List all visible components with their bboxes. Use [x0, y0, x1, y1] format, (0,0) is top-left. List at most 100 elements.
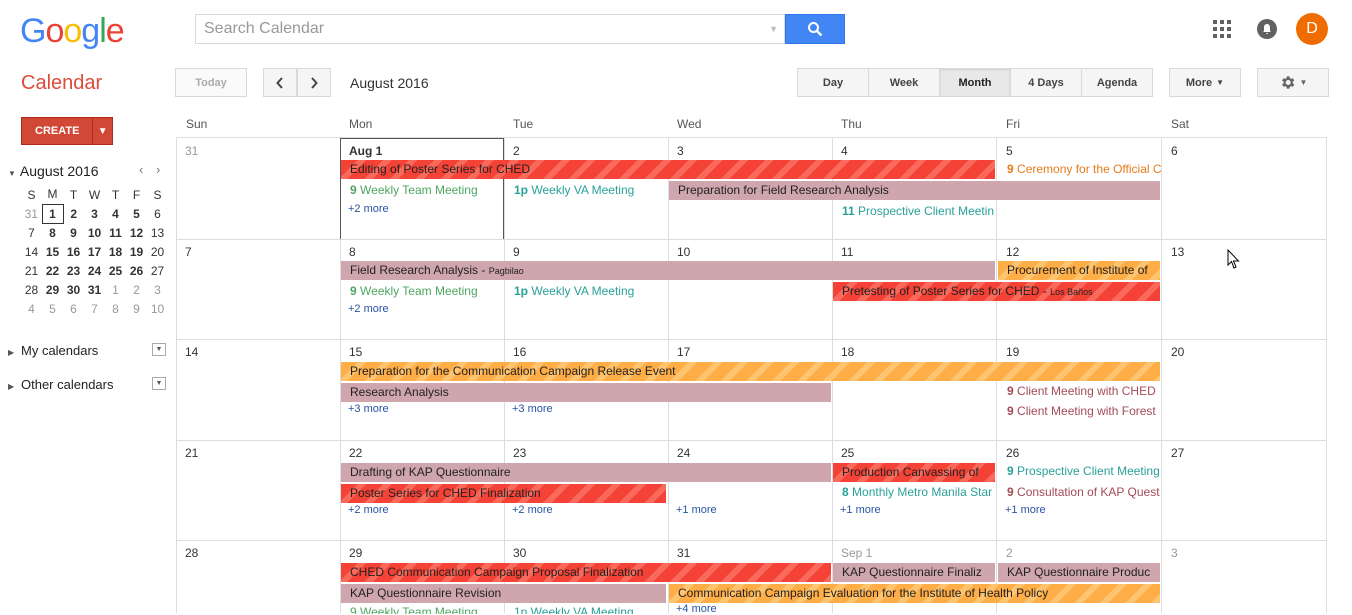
- mini-day[interactable]: 4: [105, 204, 126, 223]
- day-cell[interactable]: [1161, 441, 1327, 540]
- event-bar[interactable]: Pretesting of Poster Series for CHED - L…: [833, 282, 1160, 301]
- event-bar[interactable]: Poster Series for CHED Finalization: [341, 484, 666, 503]
- mini-day[interactable]: 4: [21, 299, 42, 318]
- event-item[interactable]: 11 Prospective Client Meetin: [842, 203, 996, 219]
- day-cell[interactable]: [668, 240, 832, 339]
- more-events-link[interactable]: +4 more: [676, 603, 717, 615]
- my-calendars-menu-icon[interactable]: ▼: [152, 343, 166, 356]
- event-item[interactable]: 8 Monthly Metro Manila Star: [842, 484, 996, 500]
- view-month-button[interactable]: Month: [940, 68, 1011, 97]
- mini-day[interactable]: 3: [84, 204, 105, 223]
- day-number[interactable]: 2: [1006, 546, 1013, 560]
- more-menu-button[interactable]: More ▼: [1169, 68, 1241, 97]
- more-events-link[interactable]: +3 more: [512, 403, 553, 415]
- day-cell[interactable]: [176, 541, 340, 613]
- day-number[interactable]: 4: [841, 144, 848, 158]
- mini-day[interactable]: 6: [63, 299, 84, 318]
- event-item[interactable]: 9 Weekly Team Meeting: [350, 182, 500, 198]
- other-calendars-menu-icon[interactable]: ▼: [152, 377, 166, 390]
- mini-day-selected[interactable]: 1: [41, 203, 64, 224]
- day-cell[interactable]: [176, 340, 340, 440]
- event-bar[interactable]: Procurement of Institute of: [998, 261, 1160, 280]
- day-number[interactable]: 28: [185, 546, 198, 560]
- mini-day[interactable]: 6: [147, 204, 168, 223]
- day-number[interactable]: 26: [1006, 446, 1019, 460]
- view-day-button[interactable]: Day: [797, 68, 869, 97]
- quick-add-dropdown-icon[interactable]: ▼: [92, 118, 112, 144]
- day-cell[interactable]: [176, 441, 340, 540]
- more-events-link[interactable]: +2 more: [512, 504, 553, 516]
- day-number[interactable]: 20: [1171, 345, 1184, 359]
- event-bar[interactable]: Drafting of KAP Questionnaire: [341, 463, 831, 482]
- day-number[interactable]: 25: [841, 446, 854, 460]
- event-item[interactable]: 9 Client Meeting with CHED: [1007, 383, 1161, 399]
- day-number[interactable]: 21: [185, 446, 198, 460]
- event-item[interactable]: 1p Weekly VA Meeting: [514, 283, 664, 299]
- mini-day[interactable]: 2: [63, 204, 84, 223]
- day-number[interactable]: 13: [1171, 245, 1184, 259]
- event-bar[interactable]: CHED Communication Campaign Proposal Fin…: [341, 563, 831, 582]
- other-calendars-section[interactable]: ▶ Other calendars ▼: [8, 377, 166, 392]
- mini-prev-month-icon[interactable]: ‹: [139, 162, 143, 177]
- next-period-button[interactable]: [297, 68, 331, 97]
- more-events-link[interactable]: +1 more: [840, 504, 881, 516]
- day-number[interactable]: 2: [513, 144, 520, 158]
- mini-day[interactable]: 27: [147, 261, 168, 280]
- day-number[interactable]: 22: [349, 446, 362, 460]
- mini-day[interactable]: 20: [147, 242, 168, 261]
- day-number[interactable]: 15: [349, 345, 362, 359]
- mini-day[interactable]: 13: [147, 223, 168, 242]
- mini-day[interactable]: 22: [42, 261, 63, 280]
- event-bar[interactable]: Research Analysis: [341, 383, 831, 402]
- event-bar[interactable]: Editing of Poster Series for CHED: [341, 160, 995, 179]
- event-bar[interactable]: Field Research Analysis - Pagbilao: [341, 261, 995, 280]
- day-number[interactable]: 10: [677, 245, 690, 259]
- mini-day[interactable]: 31: [84, 280, 105, 299]
- event-item[interactable]: 1p Weekly VA Meeting: [514, 182, 664, 198]
- previous-period-button[interactable]: [263, 68, 297, 97]
- mini-day[interactable]: 25: [105, 261, 126, 280]
- day-number[interactable]: 6: [1171, 144, 1178, 158]
- day-number[interactable]: 5: [1006, 144, 1013, 158]
- mini-day[interactable]: 21: [21, 261, 42, 280]
- event-item[interactable]: 9 Client Meeting with Forest: [1007, 403, 1161, 419]
- mini-day[interactable]: 10: [84, 223, 105, 242]
- event-bar[interactable]: Production Canvassing of: [833, 463, 995, 482]
- day-number[interactable]: 9: [513, 245, 520, 259]
- mini-day[interactable]: 17: [84, 242, 105, 261]
- event-item[interactable]: 9 Weekly Team Meeting: [350, 283, 500, 299]
- google-logo[interactable]: Google: [20, 12, 125, 51]
- mini-day[interactable]: 9: [63, 223, 84, 242]
- mini-day[interactable]: 30: [63, 280, 84, 299]
- mini-day[interactable]: 18: [105, 242, 126, 261]
- day-number[interactable]: 3: [1171, 546, 1178, 560]
- mini-day[interactable]: 8: [42, 223, 63, 242]
- mini-day[interactable]: 29: [42, 280, 63, 299]
- more-events-link[interactable]: +1 more: [1005, 504, 1046, 516]
- mini-next-month-icon[interactable]: ›: [156, 162, 160, 177]
- mini-day[interactable]: 8: [105, 299, 126, 318]
- day-number[interactable]: 24: [677, 446, 690, 460]
- event-bar[interactable]: KAP Questionnaire Revision: [341, 584, 666, 603]
- day-number[interactable]: 27: [1171, 446, 1184, 460]
- event-bar[interactable]: KAP Questionnaire Finaliz: [833, 563, 995, 582]
- more-events-link[interactable]: +2 more: [348, 203, 389, 215]
- mini-day[interactable]: 31: [21, 204, 42, 223]
- mini-day[interactable]: 5: [126, 204, 147, 223]
- event-item[interactable]: 9 Consultation of KAP Quest: [1007, 484, 1161, 500]
- mini-day[interactable]: 5: [42, 299, 63, 318]
- apps-grid-icon[interactable]: [1213, 20, 1231, 38]
- day-number[interactable]: 11: [841, 245, 853, 259]
- day-number[interactable]: Aug 1: [349, 144, 382, 158]
- day-number[interactable]: 7: [185, 245, 192, 259]
- mini-day[interactable]: 2: [126, 280, 147, 299]
- day-number[interactable]: 30: [513, 546, 526, 560]
- day-cell[interactable]: [1161, 240, 1327, 339]
- day-number[interactable]: 3: [677, 144, 684, 158]
- day-number[interactable]: 8: [349, 245, 356, 259]
- mini-day[interactable]: 3: [147, 280, 168, 299]
- create-button[interactable]: CREATE ▼: [21, 117, 113, 145]
- day-cell[interactable]: [176, 240, 340, 339]
- day-number[interactable]: 14: [185, 345, 198, 359]
- day-number[interactable]: 18: [841, 345, 854, 359]
